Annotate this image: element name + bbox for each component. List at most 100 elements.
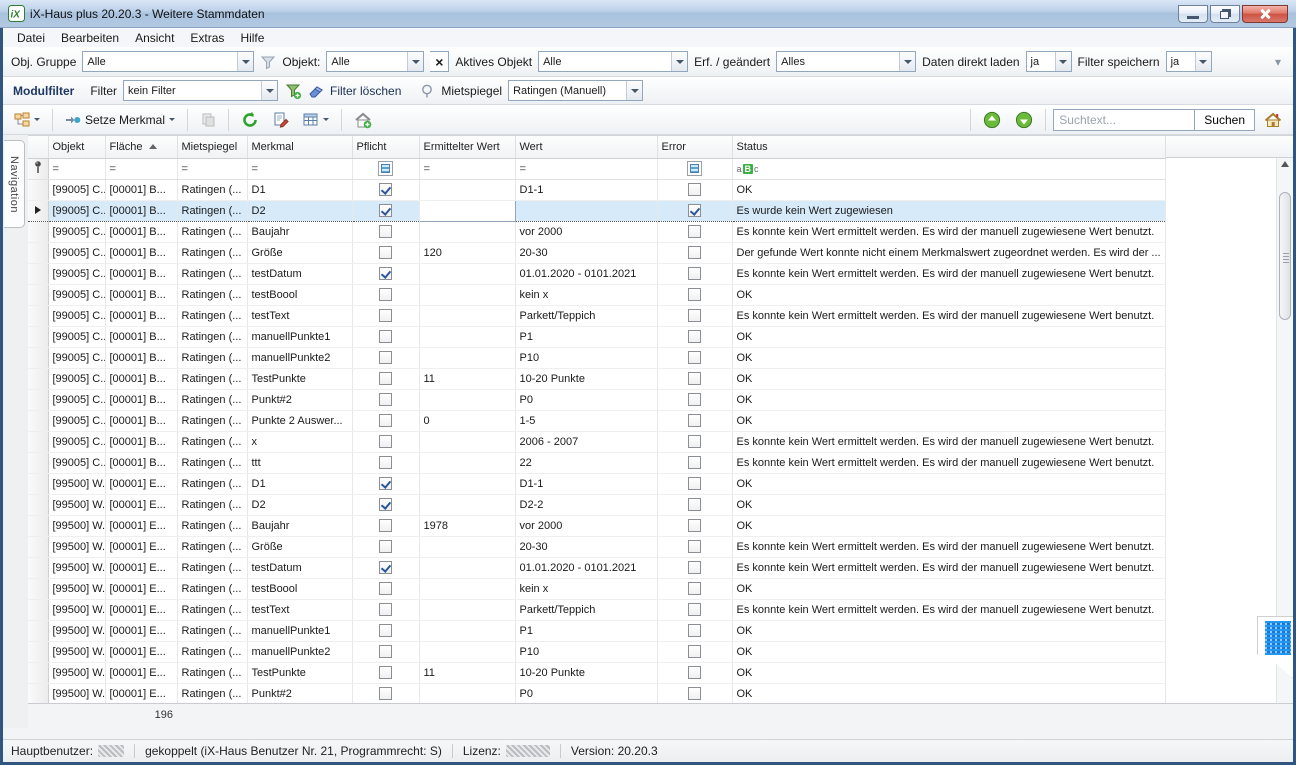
cell-status[interactable]: Es konnte kein Wert ermittelt werden. Es… (732, 431, 1165, 452)
cell-merkmal[interactable]: manuellPunkte1 (247, 620, 352, 641)
cell-merkmal[interactable]: D1 (247, 473, 352, 494)
filter-eq-cell[interactable]: = (105, 158, 177, 179)
cell-pflicht[interactable] (352, 515, 419, 536)
error-checkbox[interactable] (688, 540, 701, 553)
cell-pflicht[interactable] (352, 326, 419, 347)
cell-objekt[interactable]: [99500] W... (48, 662, 105, 683)
cell-merkmal[interactable]: manuellPunkte2 (247, 641, 352, 662)
cell-mietspiegel[interactable]: Ratingen (... (177, 662, 247, 683)
cell-merkmal[interactable]: Punkte 2 Auswer... (247, 410, 352, 431)
home-button[interactable] (1259, 108, 1287, 132)
add-object-button[interactable] (349, 108, 377, 132)
cell-objekt[interactable]: [99500] W... (48, 599, 105, 620)
cell-mietspiegel[interactable]: Ratingen (... (177, 578, 247, 599)
cell-objekt[interactable]: [99500] W... (48, 536, 105, 557)
chevron-down-icon[interactable] (671, 52, 687, 71)
pflicht-checkbox[interactable] (379, 330, 392, 343)
row-indicator[interactable] (28, 557, 48, 578)
prev-result-button[interactable] (978, 108, 1006, 132)
cell-objekt[interactable]: [99005] C... (48, 305, 105, 326)
menu-item-extras[interactable]: Extras (182, 29, 232, 47)
cell-wert[interactable]: vor 2000 (515, 515, 657, 536)
cell-mietspiegel[interactable]: Ratingen (... (177, 263, 247, 284)
cell-flaeche[interactable]: [00001] E... (105, 536, 177, 557)
cell-error[interactable] (657, 200, 732, 221)
cell-status[interactable]: Es konnte kein Wert ermittelt werden. Es… (732, 599, 1165, 620)
cell-mietspiegel[interactable]: Ratingen (... (177, 683, 247, 704)
cell-wert[interactable]: P10 (515, 641, 657, 662)
cell-merkmal[interactable]: testBoool (247, 578, 352, 599)
error-checkbox[interactable] (688, 204, 701, 217)
cell-pflicht[interactable] (352, 263, 419, 284)
cell-merkmal[interactable]: Punkt#2 (247, 389, 352, 410)
cell-wert[interactable]: 22 (515, 452, 657, 473)
cell-pflicht[interactable] (352, 347, 419, 368)
cell-pflicht[interactable] (352, 410, 419, 431)
pflicht-checkbox[interactable] (379, 351, 392, 364)
cell-merkmal[interactable]: D2 (247, 200, 352, 221)
cell-status[interactable]: OK (732, 662, 1165, 683)
cell-mietspiegel[interactable]: Ratingen (... (177, 473, 247, 494)
filter-loeschen-button[interactable]: Filter löschen (330, 84, 401, 98)
chevron-down-icon[interactable] (626, 81, 642, 100)
column-header-ermittelter-wert[interactable]: Ermittelter Wert (419, 136, 515, 158)
pflicht-checkbox[interactable] (379, 582, 392, 595)
error-checkbox[interactable] (688, 687, 701, 700)
cell-error[interactable] (657, 683, 732, 704)
chevron-down-icon[interactable] (899, 52, 915, 71)
cell-objekt[interactable]: [99005] C... (48, 410, 105, 431)
cell-ermittelter-wert[interactable]: 11 (419, 662, 515, 683)
cell-wert[interactable]: D1-1 (515, 179, 657, 200)
checkbox-filter-icon[interactable] (378, 161, 393, 176)
cell-pflicht[interactable] (352, 578, 419, 599)
row-indicator[interactable] (28, 683, 48, 704)
row-indicator[interactable] (28, 284, 48, 305)
cell-pflicht[interactable] (352, 284, 419, 305)
toolbar-overflow-chevron[interactable]: ▾ (1275, 55, 1281, 69)
cell-flaeche[interactable]: [00001] E... (105, 515, 177, 536)
cell-flaeche[interactable]: [00001] E... (105, 557, 177, 578)
cell-ermittelter-wert[interactable] (419, 683, 515, 704)
cell-status[interactable]: OK (732, 368, 1165, 389)
cell-objekt[interactable]: [99500] W... (48, 641, 105, 662)
error-checkbox[interactable] (688, 582, 701, 595)
cell-flaeche[interactable]: [00001] E... (105, 683, 177, 704)
filter-eq-cell[interactable]: = (419, 158, 515, 179)
error-checkbox[interactable] (688, 645, 701, 658)
cell-pflicht[interactable] (352, 494, 419, 515)
cell-pflicht[interactable] (352, 242, 419, 263)
cell-pflicht[interactable] (352, 683, 419, 704)
cell-error[interactable] (657, 242, 732, 263)
cell-status[interactable]: OK (732, 641, 1165, 662)
row-indicator[interactable] (28, 368, 48, 389)
cell-flaeche[interactable]: [00001] B... (105, 263, 177, 284)
cell-merkmal[interactable]: x (247, 431, 352, 452)
cell-pflicht[interactable] (352, 221, 419, 242)
cell-merkmal[interactable]: testBoool (247, 284, 352, 305)
error-checkbox[interactable] (688, 225, 701, 238)
error-checkbox[interactable] (688, 519, 701, 532)
cell-status[interactable]: OK (732, 284, 1165, 305)
cell-merkmal[interactable]: D1 (247, 179, 352, 200)
cell-ermittelter-wert[interactable]: 0 (419, 410, 515, 431)
cell-error[interactable] (657, 179, 732, 200)
cell-objekt[interactable]: [99500] W... (48, 515, 105, 536)
cell-merkmal[interactable]: Baujahr (247, 221, 352, 242)
cell-objekt[interactable]: [99005] C... (48, 263, 105, 284)
pflicht-checkbox[interactable] (379, 267, 392, 280)
cell-wert[interactable]: 1-5 (515, 410, 657, 431)
cell-objekt[interactable]: [99005] C... (48, 431, 105, 452)
cell-merkmal[interactable]: testText (247, 599, 352, 620)
aktives-objekt-select[interactable]: Alle (538, 51, 688, 72)
pflicht-checkbox[interactable] (379, 477, 392, 490)
cell-objekt[interactable]: [99500] W... (48, 473, 105, 494)
cell-wert[interactable]: 10-20 Punkte (515, 368, 657, 389)
error-checkbox[interactable] (688, 498, 701, 511)
cell-merkmal[interactable]: ttt (247, 452, 352, 473)
cell-status[interactable]: Es konnte kein Wert ermittelt werden. Es… (732, 221, 1165, 242)
cell-pflicht[interactable] (352, 662, 419, 683)
cell-merkmal[interactable]: testDatum (247, 557, 352, 578)
column-header-merkmal[interactable]: Merkmal (247, 136, 352, 158)
cell-merkmal[interactable]: manuellPunkte2 (247, 347, 352, 368)
cell-pflicht[interactable] (352, 431, 419, 452)
